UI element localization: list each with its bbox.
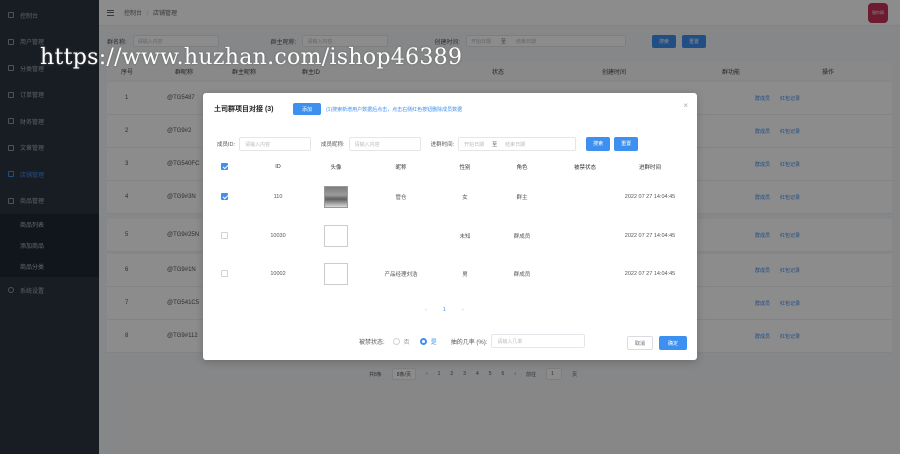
member-id-input[interactable]: 请输入内容 [239,136,312,151]
member-nick: 管仓 [395,195,407,201]
rate-label: 抽的几率 (%): [450,339,488,346]
row-checkbox[interactable] [221,192,228,200]
modal-title: 土司群项目对接 (3) [214,106,274,113]
member-join-time: 2022 07 27 14:04:45 [624,194,676,200]
join-time-label: 进群时间: [430,141,455,148]
col-gender: 性别 [459,165,471,171]
ban-no-label: 否 [403,339,410,346]
member-gender: 女 [462,195,468,201]
member-id: 10002 [270,271,286,277]
prev-page-icon[interactable]: ‹ [425,307,427,313]
rate-input[interactable]: 请输入几率 [491,334,586,348]
member-avatar [324,263,348,285]
close-icon[interactable]: × [683,101,688,110]
modal-pager: ‹ 1 › [425,307,464,313]
end-date-placeholder: 结束日期 [505,141,526,148]
modal-table-header: ID 头像 昵称 性别 角色 被禁状态 进群时间 [215,160,685,174]
ban-no-radio[interactable] [392,337,400,345]
row-select-cell [215,231,245,241]
modal-confirm-button[interactable]: 确定 [659,336,687,350]
member-row: 10002 产品经理刘浩 男 群成员 2022 07 27 14:04:45 [215,259,685,289]
col-id: ID [275,164,281,170]
start-date-placeholder: 开始日期 [464,141,485,148]
row-checkbox[interactable] [221,269,228,277]
member-nick-input[interactable]: 请输入内容 [348,136,421,151]
ban-yes-label: 是 [430,339,437,346]
select-all-cell [215,162,245,172]
modal-reset-button[interactable]: 重置 [614,136,639,151]
member-id-label: 成员ID: [217,141,236,148]
col-join-time: 进群时间 [638,165,661,171]
add-member-button[interactable]: 添加 [293,103,321,115]
col-avatar: 头像 [330,165,342,171]
date-separator: 至 [492,141,498,148]
member-avatar [324,186,348,208]
next-page-icon[interactable]: › [462,307,464,313]
ban-status-label: 被禁状态: [359,339,385,346]
avatar-cell [311,263,361,285]
member-role: 群成员 [513,234,531,240]
select-all-checkbox[interactable] [221,162,228,170]
modal-cancel-button[interactable]: 取消 [627,336,654,350]
member-id: 10030 [270,233,286,239]
col-ban-status: 被禁状态 [573,165,596,171]
col-nick: 昵称 [395,165,407,171]
member-nick-label: 成员昵称: [321,141,345,148]
watermark: https://www.huzhan.com/ishop46389 [40,45,463,70]
member-avatar [324,225,348,247]
row-select-cell [215,192,245,202]
row-checkbox[interactable] [221,231,228,239]
member-join-time: 2022 07 27 14:04:45 [624,271,676,277]
member-role: 群主 [516,195,528,201]
member-row: 110 管仓 女 群主 2022 07 27 14:04:45 [215,184,685,210]
modal-filter-bar: 成员ID: 请输入内容 成员昵称: 请输入内容 进群时间: 开始日期 至 结束日… [217,136,683,151]
col-role: 角色 [516,165,528,171]
member-gender: 未知 [459,234,471,240]
member-row: 10030 未知 群成员 2022 07 27 14:04:45 [215,221,685,251]
member-id: 110 [273,194,283,200]
modal-footer: 被禁状态: 否 是 抽的几率 (%): 请输入几率 [359,334,586,348]
member-role: 群成员 [513,272,531,278]
ban-yes-radio[interactable] [419,337,427,345]
avatar-cell [311,225,361,247]
member-gender: 男 [462,272,468,278]
member-join-time: 2022 07 27 14:04:45 [624,233,676,239]
modal-tip: (1)搜索新增用户数据后点击，点击右侧红色按钮删除成员数据 [326,107,463,113]
row-select-cell [215,269,245,279]
current-page[interactable]: 1 [443,307,446,313]
modal-search-button[interactable]: 搜索 [586,136,611,151]
member-modal: 土司群项目对接 (3) 添加 (1)搜索新增用户数据后点击，点击右侧红色按钮删除… [203,93,697,360]
member-nick: 产品经理刘浩 [384,272,418,278]
join-date-range[interactable]: 开始日期 至 结束日期 [458,136,577,151]
avatar-cell [311,186,361,208]
